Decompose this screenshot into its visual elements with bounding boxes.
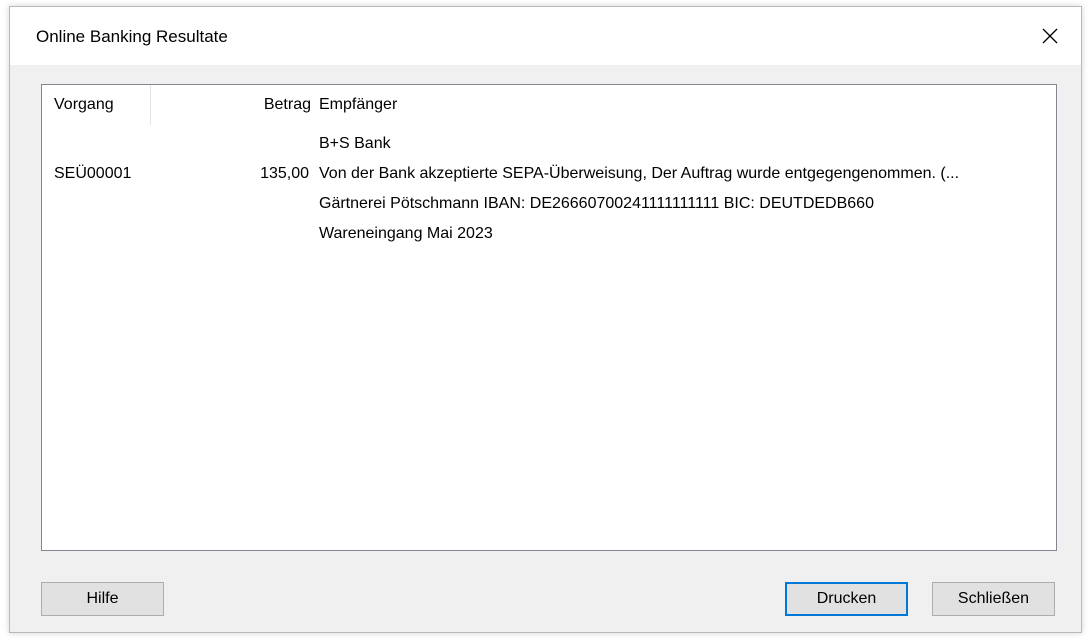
results-list[interactable]: Vorgang Betrag Empfänger SEÜ00001 135,00… bbox=[41, 84, 1057, 551]
online-banking-results-dialog: Online Banking Resultate Vorgang Betrag … bbox=[9, 6, 1082, 633]
column-separator[interactable] bbox=[150, 85, 151, 125]
close-icon bbox=[1042, 28, 1058, 44]
row-empfaenger-recipient: Gärtnerei Pötschmann IBAN: DE26660700241… bbox=[319, 195, 874, 212]
list-header: Vorgang Betrag Empfänger bbox=[42, 85, 1056, 125]
title-bar: Online Banking Resultate bbox=[10, 7, 1081, 65]
row-betrag: 135,00 bbox=[260, 165, 309, 182]
help-button[interactable]: Hilfe bbox=[41, 582, 164, 616]
close-button[interactable]: Schließen bbox=[932, 582, 1055, 616]
column-header-vorgang[interactable]: Vorgang bbox=[54, 96, 114, 114]
column-header-betrag[interactable]: Betrag bbox=[152, 96, 311, 114]
dialog-title: Online Banking Resultate bbox=[36, 27, 228, 46]
close-window-button[interactable] bbox=[1019, 7, 1081, 65]
column-header-empfaenger[interactable]: Empfänger bbox=[319, 96, 397, 114]
row-empfaenger-bank: B+S Bank bbox=[319, 135, 391, 152]
print-button[interactable]: Drucken bbox=[785, 582, 908, 616]
row-empfaenger-status: Von der Bank akzeptierte SEPA-Überweisun… bbox=[319, 165, 960, 182]
row-vorgang: SEÜ00001 bbox=[54, 165, 132, 182]
row-empfaenger-purpose: Wareneingang Mai 2023 bbox=[319, 225, 493, 242]
